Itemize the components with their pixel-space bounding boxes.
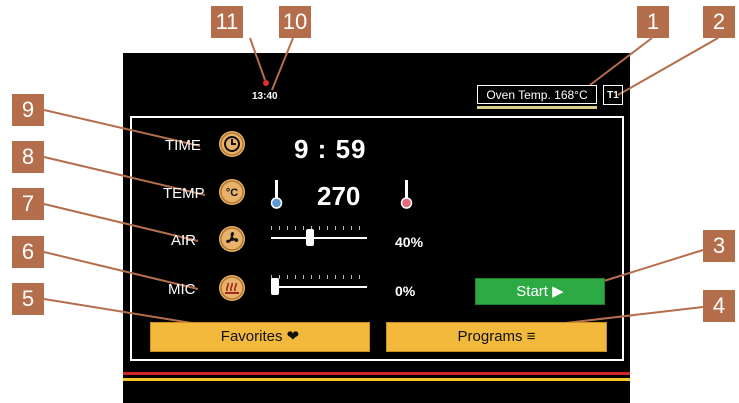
- celsius-icon[interactable]: °C: [219, 179, 245, 205]
- callout-5: 5: [12, 283, 44, 315]
- air-percent: 40%: [395, 234, 424, 250]
- clock-display: 13:40: [252, 91, 278, 102]
- favorites-button[interactable]: Favorites ❤: [150, 322, 370, 352]
- air-slider[interactable]: [271, 226, 367, 246]
- programs-button[interactable]: Programs ≡: [386, 322, 607, 352]
- callout-11: 11: [211, 6, 243, 38]
- oven-temp-bar: [477, 106, 597, 109]
- callout-6: 6: [12, 236, 44, 268]
- temp-label: TEMP: [163, 185, 205, 202]
- mic-slider[interactable]: [271, 275, 367, 295]
- mic-percent: 0%: [395, 283, 416, 299]
- callout-line-2: [617, 37, 719, 96]
- callout-9: 9: [12, 94, 44, 126]
- heating-icon[interactable]: [219, 275, 245, 301]
- stripe-red: [123, 372, 630, 375]
- air-slider-thumb[interactable]: [306, 229, 314, 246]
- time-label: TIME: [165, 137, 201, 154]
- fan-icon[interactable]: [219, 226, 245, 252]
- stripe-yellow: [123, 378, 630, 381]
- oven-temp-label: Oven Temp.: [486, 88, 551, 102]
- oven-temp-display: Oven Temp. 168°C: [477, 85, 597, 104]
- callout-4: 4: [703, 290, 735, 322]
- tray-indicator[interactable]: T1: [603, 85, 623, 105]
- oven-temp-value: 168°C: [554, 88, 588, 102]
- callout-8: 8: [12, 141, 44, 173]
- callout-7: 7: [12, 188, 44, 220]
- callout-1: 1: [637, 6, 669, 38]
- start-button[interactable]: Start ▶: [475, 278, 605, 305]
- air-label: AIR: [171, 232, 197, 249]
- mic-slider-track: [271, 286, 367, 288]
- air-slider-ticks: [271, 226, 367, 230]
- thermometer-hot-icon[interactable]: [400, 178, 414, 210]
- thermometer-cold-icon[interactable]: [270, 178, 284, 210]
- mic-slider-thumb[interactable]: [271, 278, 279, 295]
- callout-3: 3: [703, 230, 735, 262]
- temp-value[interactable]: 270: [317, 181, 360, 212]
- mic-label: MIC: [168, 281, 196, 298]
- svg-text:°C: °C: [226, 187, 238, 199]
- callout-10: 10: [279, 6, 311, 38]
- time-value[interactable]: 9 : 59: [294, 134, 367, 165]
- clock-icon[interactable]: [219, 131, 245, 157]
- callout-2: 2: [703, 6, 735, 38]
- air-slider-track: [271, 237, 367, 239]
- mic-slider-ticks: [271, 275, 367, 279]
- status-indicator-dot: [263, 80, 269, 86]
